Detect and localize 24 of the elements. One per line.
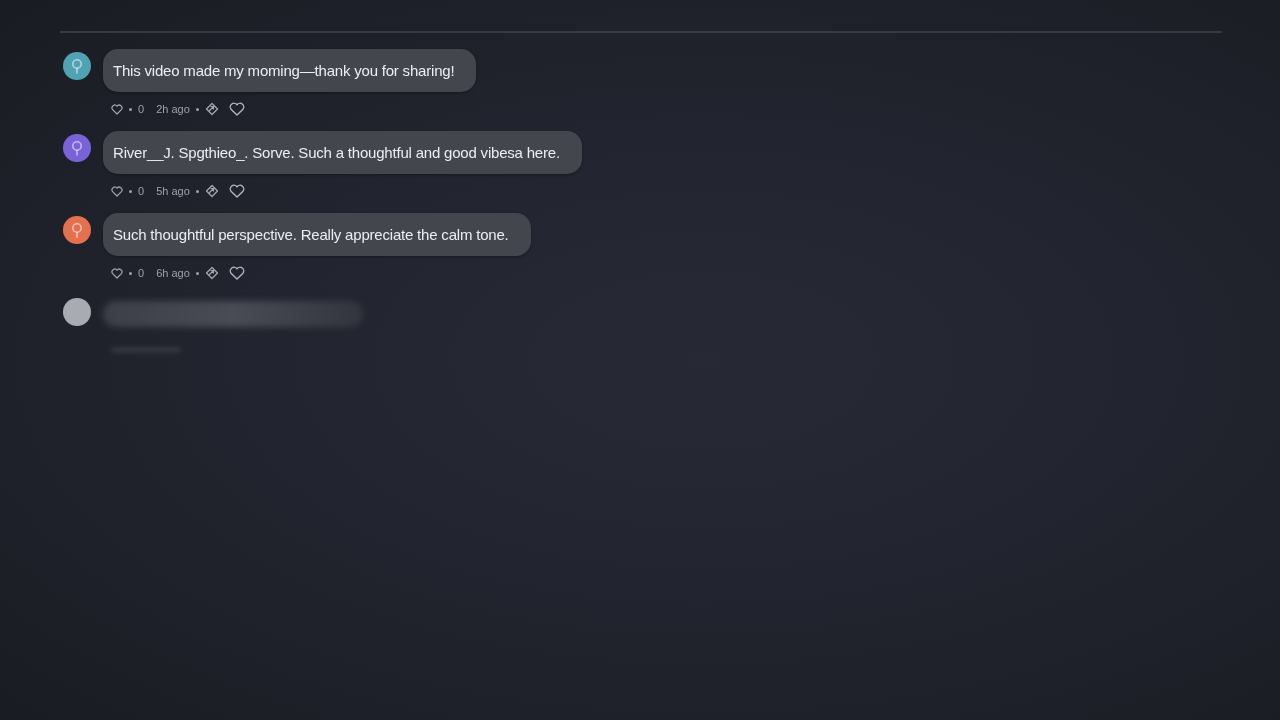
like-count: 0: [138, 103, 145, 115]
comment-time: 2h ago: [156, 103, 190, 115]
diamond-arrow-icon[interactable]: [204, 184, 219, 198]
like-count: 0: [138, 185, 145, 197]
comment-text: River__J. Spgthieo_. Sorve. Such a thoughtful and good vibesa here.: [113, 144, 560, 161]
comment-time: 6h ago: [156, 267, 190, 279]
separator-dot-icon: [129, 189, 132, 193]
diamond-arrow-icon[interactable]: [204, 102, 219, 116]
separator-dot-icon: [195, 107, 199, 111]
like-count: 0: [138, 267, 145, 279]
heart-icon[interactable]: [111, 185, 123, 197]
heart-icon[interactable]: [111, 267, 123, 279]
comment-text: This video made my moming—thank you for sharing!: [113, 62, 455, 79]
heart-icon[interactable]: [111, 103, 123, 115]
separator-dot-icon: [195, 189, 199, 193]
heart-icon[interactable]: [228, 102, 245, 116]
diamond-arrow-icon[interactable]: [204, 266, 219, 280]
comment-time: 5h ago: [156, 185, 190, 197]
separator-dot-icon: [195, 271, 199, 275]
comment-text: Such thoughtful perspective. Really appreciate the calm tone.: [113, 226, 509, 243]
separator-dot-icon: [129, 107, 132, 111]
heart-icon[interactable]: [228, 266, 245, 280]
separator-dot-icon: [129, 271, 132, 275]
heart-icon[interactable]: [228, 184, 245, 198]
